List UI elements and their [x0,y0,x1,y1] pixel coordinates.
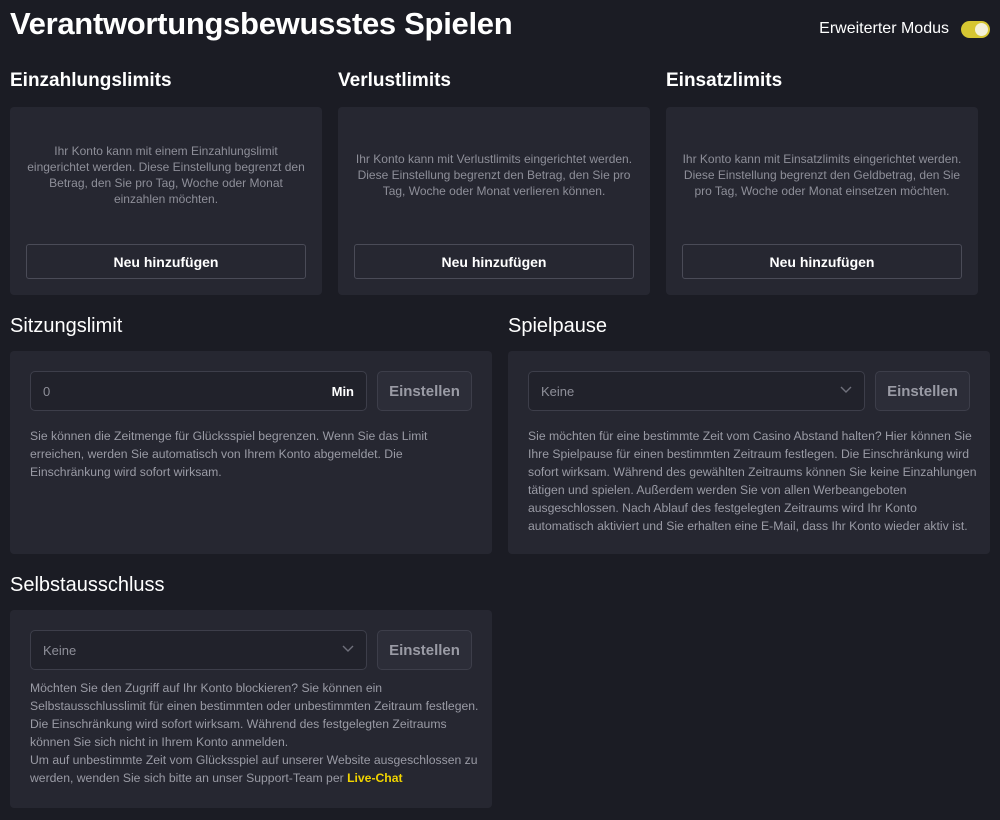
self-exclusion-support-prefix: Um auf unbestimmte Zeit vom Glücksspiel … [30,753,478,785]
self-exclusion-select[interactable]: Keine [30,630,367,670]
deposit-limits-text: Ihr Konto kann mit einem Einzahlungslimi… [27,144,305,206]
session-limit-title: Sitzungslimit [10,315,123,337]
session-limit-description: Sie können die Zeitmenge für Glücksspiel… [30,429,428,479]
session-limit-card: 0 Min Einstellen Sie können die Zeitmeng… [10,351,492,554]
loss-limits-text: Ihr Konto kann mit Verlustlimits eingeri… [355,152,633,198]
game-pause-description: Sie möchten für eine bestimmte Zeit vom … [528,429,977,533]
deposit-limits-add-button[interactable]: Neu hinzufügen [26,244,306,279]
advanced-mode-label: Erweiterter Modus [819,20,949,37]
loss-limits-add-button[interactable]: Neu hinzufügen [354,244,634,279]
self-exclusion-selected: Keine [43,642,77,658]
chevron-down-icon [342,644,354,656]
wager-limits-card: Ihr Konto kann mit Einsatzlimits eingeri… [666,107,978,295]
self-exclusion-set-button[interactable]: Einstellen [377,630,472,670]
game-pause-select[interactable]: Keine [528,371,865,411]
advanced-mode-toggle[interactable] [961,20,990,38]
session-limit-input[interactable]: 0 Min [30,371,367,411]
deposit-limits-title: Einzahlungslimits [10,70,172,91]
session-limit-set-button[interactable]: Einstellen [377,371,472,411]
session-limit-value: 0 [43,383,51,399]
wager-limits-title: Einsatzlimits [666,70,783,91]
live-chat-link[interactable]: Live-Chat [347,771,403,785]
game-pause-set-button[interactable]: Einstellen [875,371,970,411]
toggle-knob [975,22,988,36]
advanced-mode: Erweiterter Modus [819,20,990,38]
deposit-limits-card: Ihr Konto kann mit einem Einzahlungslimi… [10,107,322,295]
wager-limits-text: Ihr Konto kann mit Einsatzlimits eingeri… [682,152,962,198]
game-pause-selected: Keine [541,383,575,399]
session-limit-unit: Min [331,383,354,399]
wager-limits-add-button[interactable]: Neu hinzufügen [682,244,962,279]
loss-limits-card: Ihr Konto kann mit Verlustlimits eingeri… [338,107,650,295]
game-pause-title: Spielpause [508,315,607,337]
self-exclusion-card: Keine Einstellen Möchten Sie den Zugriff… [10,610,492,808]
self-exclusion-description: Möchten Sie den Zugriff auf Ihr Konto bl… [30,679,480,787]
chevron-down-icon [840,385,852,397]
page-title: Verantwortungsbewusstes Spielen [10,6,513,41]
self-exclusion-text: Möchten Sie den Zugriff auf Ihr Konto bl… [30,681,479,749]
loss-limits-title: Verlustlimits [338,70,451,91]
self-exclusion-title: Selbstausschluss [10,574,165,596]
game-pause-card: Keine Einstellen Sie möchten für eine be… [508,351,990,554]
self-exclusion-support-text: Um auf unbestimmte Zeit vom Glücksspiel … [30,751,480,787]
